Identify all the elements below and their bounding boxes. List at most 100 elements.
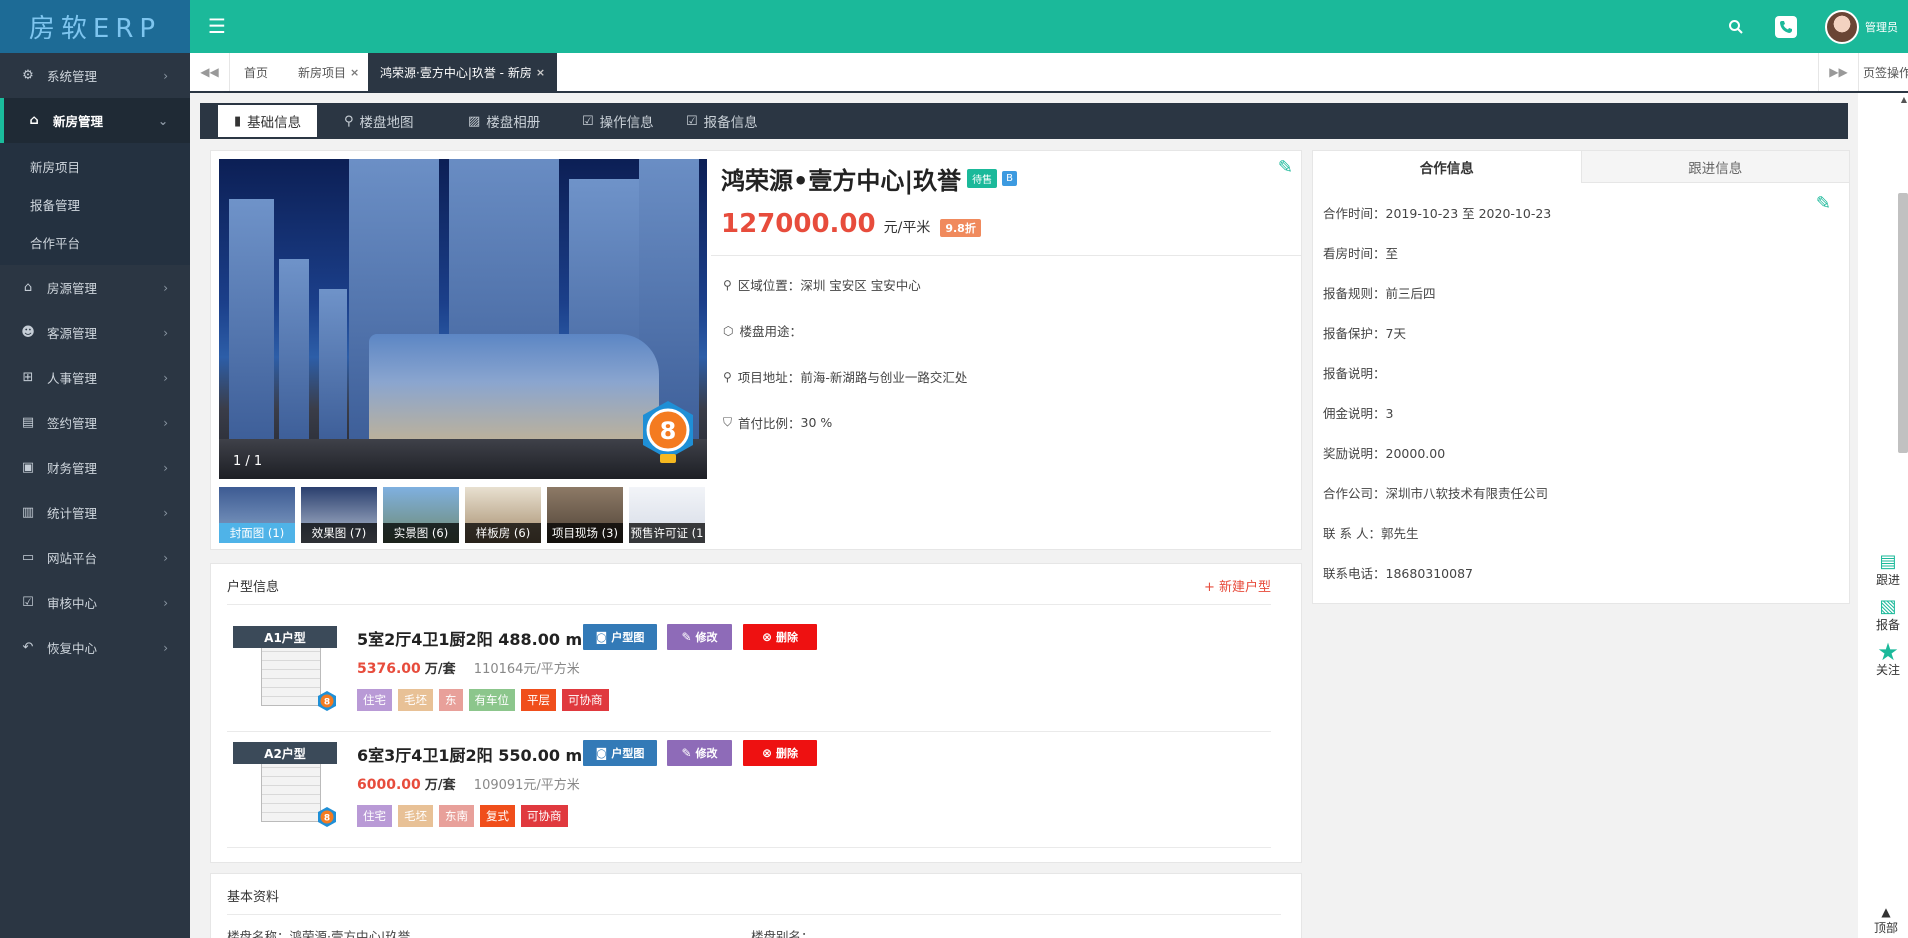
- tabs-prev-button[interactable]: ◀◀: [190, 53, 230, 91]
- topbar: ☰ 管理员: [190, 0, 1908, 53]
- unit-tags: 住宅 毛坯东有车位 平层 可协商: [357, 689, 609, 711]
- pencil-icon: ✎: [681, 630, 692, 644]
- unit-edit-button[interactable]: ✎ 修改: [667, 624, 732, 650]
- search-icon[interactable]: [1725, 16, 1747, 38]
- unit-tag: 东: [439, 689, 463, 711]
- sidebar-subitem-reports[interactable]: 报备管理: [0, 185, 190, 223]
- sidebar-item-newhouse[interactable]: ⌂ 新房管理 ⌄: [0, 98, 190, 143]
- unit-delete-button[interactable]: ⊗ 删除: [743, 624, 817, 650]
- tab-new-projects[interactable]: 新房项目 ×: [298, 53, 359, 91]
- unit-thumb[interactable]: A1户型 8: [233, 626, 337, 712]
- sidebar: 房软ERP ⚙ 系统管理 › ⌂ 新房管理 ⌄ 新房项目 报备管理 合作平台 ⌂…: [0, 0, 190, 938]
- unit-label: A2户型: [233, 742, 337, 764]
- new-unit-button[interactable]: + 新建户型: [1204, 576, 1271, 595]
- sidebar-item-hr[interactable]: ⊞ 人事管理 ›: [0, 355, 190, 400]
- scroll-up-icon[interactable]: ▲: [1901, 95, 1907, 104]
- tabs-next-button[interactable]: ▶▶: [1818, 53, 1858, 91]
- float-actions: ▤ 跟进 ▧ 报备 ★ 关注: [1868, 548, 1908, 683]
- sidebar-subitem-platform[interactable]: 合作平台: [0, 223, 190, 261]
- svg-text:8: 8: [324, 814, 330, 824]
- sidebar-item-clients[interactable]: ☻ 客源管理 ›: [0, 310, 190, 355]
- report-icon: ▧: [1879, 596, 1897, 617]
- tab-home[interactable]: 首页: [244, 53, 268, 91]
- thumb-site[interactable]: 项目现场 (3): [547, 487, 623, 543]
- tab-operations[interactable]: ☑ 操作信息: [582, 103, 654, 139]
- edit-property-icon[interactable]: ✎: [1278, 157, 1293, 178]
- contract-icon: ▤: [21, 415, 35, 430]
- thumb-render[interactable]: 效果图 (7): [301, 487, 377, 543]
- pencil-icon: ✎: [681, 746, 692, 760]
- unit-delete-button[interactable]: ⊗ 删除: [743, 740, 817, 766]
- tab-album[interactable]: ▨ 楼盘相册: [468, 103, 540, 139]
- sidebar-item-label: 网站平台: [47, 551, 98, 566]
- app-logo[interactable]: 房软ERP: [0, 0, 190, 53]
- detail-tabs: ▮ 基础信息 ⚲ 楼盘地图 ▨ 楼盘相册 ☑ 操作信息 ☑ 报备信息: [200, 103, 1848, 139]
- back-to-top-button[interactable]: ▲ 顶部: [1866, 905, 1906, 936]
- sidebar-item-label: 系统管理: [47, 69, 98, 84]
- tab-map[interactable]: ⚲ 楼盘地图: [344, 103, 414, 139]
- tab-ops-dropdown[interactable]: 页签操作 ▾: [1858, 53, 1908, 91]
- image-icon: ▨: [468, 113, 481, 129]
- sidebar-item-housing[interactable]: ⌂ 房源管理 ›: [0, 265, 190, 310]
- coop-report-note: 报备说明：: [1323, 366, 1386, 381]
- unit-tag: 住宅: [357, 805, 392, 827]
- right-rail: ▲ ▤ 跟进 ▧ 报备 ★ 关注 ▲ 顶部: [1858, 93, 1908, 938]
- report-button[interactable]: ▧ 报备: [1868, 593, 1908, 638]
- admin-name[interactable]: 管理员: [1865, 19, 1898, 35]
- info-region: ⚲ 区域位置： 深圳 宝安区 宝安中心: [723, 277, 921, 294]
- tab-property-detail[interactable]: 鸿荣源·壹方中心|玖誉 - 新房 ×: [368, 53, 558, 91]
- close-icon[interactable]: ×: [350, 66, 359, 79]
- image-counter: 1 / 1: [233, 454, 263, 469]
- org-icon: ⊞: [22, 370, 34, 385]
- follow-up-button[interactable]: ▤ 跟进: [1868, 548, 1908, 593]
- thumb-license[interactable]: 预售许可证 (1: [629, 487, 705, 543]
- tab-cooperation-info[interactable]: 合作信息: [1313, 151, 1581, 183]
- unit-plan-button[interactable]: ◙ 户型图: [583, 624, 657, 650]
- tab-follow-up-info[interactable]: 跟进信息: [1580, 151, 1849, 183]
- unit-edit-button[interactable]: ✎ 修改: [667, 740, 732, 766]
- sidebar-item-website[interactable]: ▭ 网站平台 ›: [0, 535, 190, 580]
- page-tabs-bar: ◀◀ 首页 新房项目 × 鸿荣源·壹方中心|玖誉 - 新房 × ▶▶ 页签操作 …: [190, 53, 1908, 93]
- favorite-button[interactable]: ★ 关注: [1868, 638, 1908, 683]
- unit-tag: 住宅: [357, 689, 392, 711]
- rank-badge-icon: 8: [318, 691, 336, 711]
- unit-plan-button[interactable]: ◙ 户型图: [583, 740, 657, 766]
- unit-tag: 东南: [439, 805, 474, 827]
- hamburger-icon[interactable]: ☰: [208, 14, 226, 38]
- chevron-right-icon: ›: [163, 280, 168, 295]
- sidebar-item-audit[interactable]: ☑ 审核中心 ›: [0, 580, 190, 625]
- basic-name: 楼盘名称：鸿荣源·壹方中心|玖誉: [227, 929, 411, 938]
- main-content: ▮ 基础信息 ⚲ 楼盘地图 ▨ 楼盘相册 ☑ 操作信息 ☑ 报备信息 1 / 1…: [190, 93, 1858, 938]
- check-icon: ☑: [22, 595, 34, 610]
- scrollbar-thumb[interactable]: [1898, 193, 1908, 453]
- info-usage: ⬡ 楼盘用途：: [723, 323, 802, 340]
- chevron-right-icon: ›: [163, 325, 168, 340]
- property-main-image[interactable]: 1 / 1 8: [219, 159, 707, 479]
- tab-reports[interactable]: ☑ 报备信息: [686, 103, 758, 139]
- sidebar-item-stats[interactable]: ▥ 统计管理 ›: [0, 490, 190, 535]
- sidebar-item-label: 房源管理: [47, 281, 98, 296]
- sidebar-item-contracts[interactable]: ▤ 签约管理 ›: [0, 400, 190, 445]
- thumb-cover[interactable]: 封面图 (1): [219, 487, 295, 543]
- chevron-right-icon: ›: [163, 550, 168, 565]
- sidebar-item-system[interactable]: ⚙ 系统管理 ›: [0, 53, 190, 98]
- unit-thumb[interactable]: A2户型 8: [233, 742, 337, 828]
- camera-icon: ◙: [595, 746, 608, 760]
- note-icon: ▤: [1879, 551, 1897, 572]
- sidebar-item-finance[interactable]: ▣ 财务管理 ›: [0, 445, 190, 490]
- sidebar-subitem-projects[interactable]: 新房项目: [0, 147, 190, 185]
- avatar[interactable]: [1825, 9, 1859, 44]
- edit-cooperation-icon[interactable]: ✎: [1816, 193, 1831, 214]
- close-icon[interactable]: ×: [536, 66, 545, 79]
- cube-icon: ⬡: [723, 323, 734, 338]
- tab-basic-info[interactable]: ▮ 基础信息: [218, 105, 318, 139]
- star-icon: ★: [1877, 638, 1899, 666]
- camera-icon: ◙: [595, 630, 608, 644]
- sidebar-item-recovery[interactable]: ↶ 恢复中心 ›: [0, 625, 190, 670]
- thumb-sample[interactable]: 样板房 (6): [465, 487, 541, 543]
- thumb-real[interactable]: 实景图 (6): [383, 487, 459, 543]
- unit-tag: 平层: [521, 689, 556, 711]
- phone-icon[interactable]: [1775, 15, 1797, 38]
- rank-badge-icon: 8: [318, 807, 336, 827]
- discount-badge: 9.8折: [940, 219, 981, 237]
